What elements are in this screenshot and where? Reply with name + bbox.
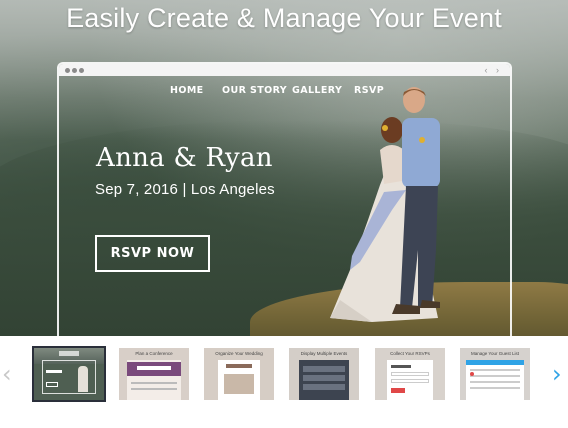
browser-nav-arrows-icon: ‹ › xyxy=(484,65,502,75)
window-dot-icon xyxy=(79,68,84,73)
couple-names: Anna & Ryan xyxy=(96,143,273,173)
thumbnail-caption: Plan a Conference xyxy=(135,351,173,356)
page-headline: Easily Create & Manage Your Event xyxy=(66,3,502,33)
chevron-right-icon[interactable]: › xyxy=(552,360,562,388)
carousel-thumbnail[interactable]: Plan a Conference xyxy=(119,348,189,400)
carousel-thumbnail[interactable]: Organize Your Wedding xyxy=(204,348,274,400)
nav-our-story[interactable]: OUR STORY xyxy=(222,85,287,96)
browser-mockup-frame: ‹ › xyxy=(57,62,512,336)
browser-toolbar: ‹ › xyxy=(59,64,510,76)
thumbnail-caption: Manage Your Guest List xyxy=(470,351,520,356)
thumbnail-caption: Display Multiple Events xyxy=(300,351,348,356)
carousel-thumbnail[interactable]: Manage Your Guest List xyxy=(460,348,530,400)
carousel-thumbnail[interactable] xyxy=(32,346,106,402)
carousel-thumbnail[interactable]: Display Multiple Events xyxy=(289,348,359,400)
thumbnail-caption: Collect Your RSVPs xyxy=(390,351,430,356)
carousel-thumbnail[interactable]: Collect Your RSVPs xyxy=(375,348,445,400)
thumbnail-caption: Organize Your Wedding xyxy=(215,351,263,356)
nav-gallery[interactable]: GALLERY xyxy=(292,85,342,96)
nav-rsvp[interactable]: RSVP xyxy=(354,85,384,96)
window-dot-icon xyxy=(72,68,77,73)
nav-home[interactable]: HOME xyxy=(170,85,204,96)
chevron-left-icon[interactable]: ‹ xyxy=(2,360,12,388)
site-nav: HOME OUR STORY GALLERY RSVP xyxy=(0,85,568,99)
rsvp-now-button[interactable]: RSVP NOW xyxy=(95,235,210,272)
event-date-location: Sep 7, 2016 | Los Angeles xyxy=(95,181,275,198)
window-dot-icon xyxy=(65,68,70,73)
